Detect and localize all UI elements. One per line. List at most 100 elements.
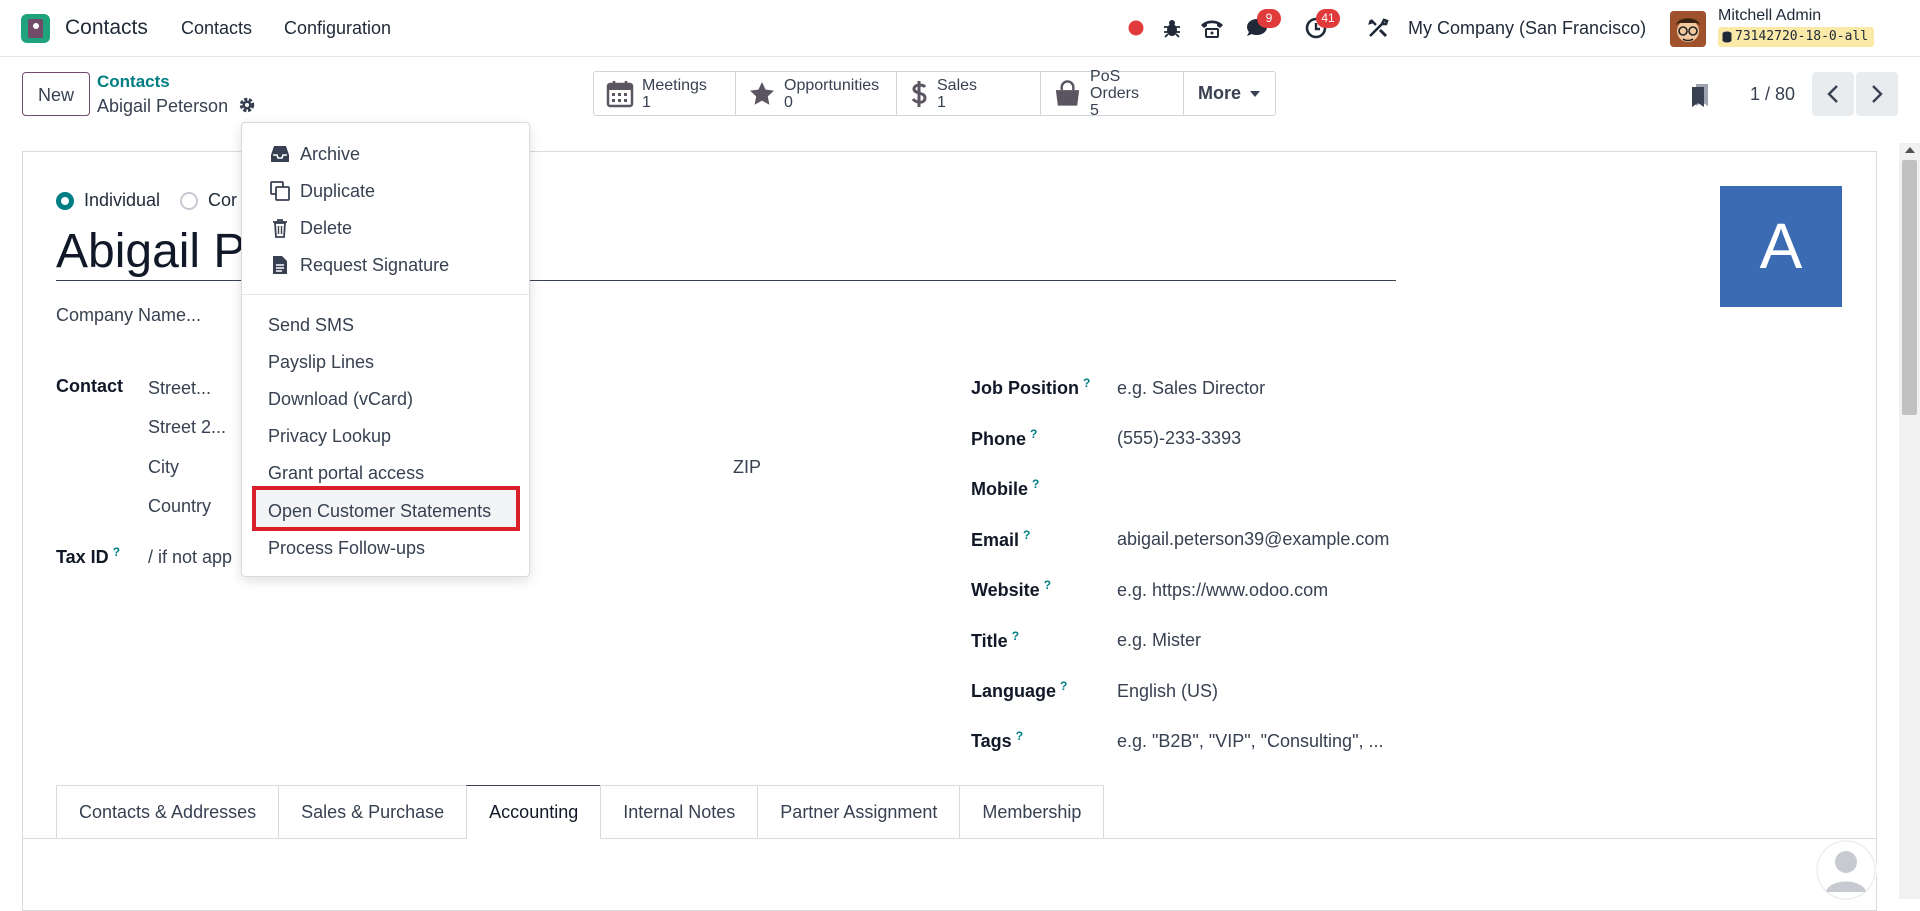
more-label: More: [1198, 83, 1242, 103]
tags-field[interactable]: e.g. "B2B", "VIP", "Consulting", ...: [1117, 731, 1383, 752]
chevron-left-icon: [1827, 85, 1838, 103]
radio-company[interactable]: Cor: [180, 190, 237, 211]
activity-clock-icon[interactable]: 41: [1302, 9, 1340, 42]
mobile-help-icon[interactable]: ?: [1032, 477, 1039, 491]
street2-field[interactable]: Street 2...: [148, 417, 226, 438]
calendar-icon: [606, 80, 634, 107]
phone-help-icon[interactable]: ?: [1030, 427, 1037, 441]
company-switcher[interactable]: My Company (San Francisco): [1408, 18, 1646, 39]
database-icon: [1722, 31, 1732, 43]
tags-help-icon[interactable]: ?: [1016, 729, 1023, 743]
country-field[interactable]: Country: [148, 496, 211, 517]
tax-id-field[interactable]: / if not app: [148, 547, 232, 568]
user-name[interactable]: Mitchell Admin: [1718, 7, 1821, 25]
menu-item-process-follow-ups[interactable]: Process Follow-ups: [242, 530, 529, 566]
opportunities-button[interactable]: Opportunities 0: [736, 72, 897, 115]
app-name[interactable]: Contacts: [65, 16, 148, 40]
contact-label: Contact: [56, 376, 123, 396]
record-icon[interactable]: [1127, 14, 1145, 42]
job-position-field[interactable]: e.g. Sales Director: [1117, 378, 1265, 399]
email-help-icon[interactable]: ?: [1023, 528, 1030, 542]
job-position-label-text: Job Position: [971, 378, 1079, 398]
bookmarks-icon[interactable]: [1688, 82, 1712, 113]
tab-membership[interactable]: Membership: [959, 785, 1105, 838]
email-field[interactable]: abigail.peterson39@example.com: [1117, 529, 1389, 550]
tab-internal-notes[interactable]: Internal Notes: [600, 785, 759, 838]
pager-previous-button[interactable]: [1812, 72, 1854, 116]
dollar-icon: [911, 80, 927, 107]
pager-next-button[interactable]: [1856, 72, 1898, 116]
menu-item-duplicate-label: Duplicate: [300, 180, 376, 201]
pos-orders-button[interactable]: PoS Orders 5: [1041, 68, 1184, 119]
breadcrumb-contacts[interactable]: Contacts: [97, 72, 170, 92]
city-field[interactable]: City: [148, 457, 179, 478]
website-field[interactable]: e.g. https://www.odoo.com: [1117, 580, 1328, 601]
language-help-icon[interactable]: ?: [1060, 679, 1067, 693]
scrollbar-thumb[interactable]: [1902, 160, 1917, 415]
chevron-right-icon: [1872, 85, 1883, 103]
more-button[interactable]: More: [1184, 72, 1275, 115]
menu-item-payslip-lines[interactable]: Payslip Lines: [242, 344, 529, 380]
menu-item-download-vcard[interactable]: Download (vCard): [242, 381, 529, 417]
title-label-text: Title: [971, 631, 1008, 651]
partner-avatar[interactable]: A: [1720, 186, 1842, 307]
language-field[interactable]: English (US): [1117, 681, 1218, 702]
tools-icon[interactable]: [1365, 14, 1391, 42]
job-position-label: Job Position?: [971, 376, 1090, 399]
menu-item-privacy-lookup[interactable]: Privacy Lookup: [242, 418, 529, 454]
discuss-icon[interactable]: 9: [1243, 9, 1281, 42]
tab-partner-assignment[interactable]: Partner Assignment: [757, 785, 961, 838]
scroll-up-icon[interactable]: [1905, 147, 1915, 153]
gear-icon[interactable]: [238, 96, 256, 119]
zip-field[interactable]: ZIP: [733, 457, 761, 478]
opportunities-label: Opportunities: [784, 76, 880, 94]
email-label: Email?: [971, 528, 1030, 551]
pager-value[interactable]: 1 / 80: [1750, 84, 1795, 105]
meetings-button[interactable]: Meetings 1: [594, 72, 736, 115]
menu-item-request-signature[interactable]: Request Signature: [242, 247, 529, 283]
new-button[interactable]: New: [22, 72, 90, 116]
menu-configuration[interactable]: Configuration: [284, 18, 391, 39]
menu-item-archive[interactable]: Archive: [242, 136, 529, 172]
title-field[interactable]: e.g. Mister: [1117, 630, 1201, 651]
user-avatar[interactable]: [1670, 11, 1706, 47]
tab-accounting[interactable]: Accounting: [466, 785, 602, 839]
phone-icon[interactable]: [1198, 14, 1226, 42]
phone-field[interactable]: (555)-233-3393: [1117, 428, 1241, 449]
caret-down-icon: [1250, 90, 1261, 97]
sales-button[interactable]: Sales 1: [897, 72, 1041, 115]
mobile-field[interactable]: [1117, 478, 1417, 502]
menu-item-send-sms[interactable]: Send SMS: [242, 307, 529, 343]
menu-item-open-customer-statements[interactable]: Open Customer Statements: [242, 493, 529, 529]
partner-name-field[interactable]: Abigail Pe: [56, 224, 272, 279]
radio-company-label: Cor: [208, 190, 238, 210]
title-help-icon[interactable]: ?: [1012, 629, 1019, 643]
menu-item-request-signature-label: Request Signature: [300, 254, 450, 275]
company-name-field[interactable]: Company Name...: [56, 305, 201, 326]
menu-item-duplicate[interactable]: Duplicate: [242, 173, 529, 209]
job-position-help-icon[interactable]: ?: [1083, 376, 1090, 390]
radio-individual[interactable]: Individual: [56, 190, 160, 211]
menu-item-delete[interactable]: Delete: [242, 210, 529, 246]
pos-orders-count: 5: [1090, 102, 1099, 119]
bug-icon[interactable]: [1160, 14, 1184, 42]
star-icon: [750, 81, 774, 105]
pos-orders-label: PoS Orders: [1090, 68, 1139, 102]
user-placeholder-icon[interactable]: [1815, 840, 1877, 900]
street-field[interactable]: Street...: [148, 378, 211, 399]
activity-badge: 41: [1316, 9, 1340, 28]
tab-contacts-addresses[interactable]: Contacts & Addresses: [56, 785, 280, 838]
opportunities-count: 0: [784, 93, 793, 111]
radio-unchecked-icon[interactable]: [180, 191, 198, 210]
tab-sales-purchase[interactable]: Sales & Purchase: [278, 785, 468, 838]
language-label: Language?: [971, 679, 1067, 702]
tax-id-help-icon[interactable]: ?: [113, 545, 120, 559]
website-help-icon[interactable]: ?: [1044, 578, 1051, 592]
database-tag: 73142720-18-0-all: [1718, 27, 1875, 47]
database-name: 73142720-18-0-all: [1735, 29, 1869, 44]
menu-contacts[interactable]: Contacts: [181, 18, 252, 39]
radio-checked-icon[interactable]: [56, 191, 74, 210]
smart-buttons: Meetings 1 Opportunities 0 Sales 1 PoS Orde…: [593, 68, 1277, 119]
website-label-text: Website: [971, 580, 1040, 600]
contacts-app-icon[interactable]: [21, 14, 50, 43]
